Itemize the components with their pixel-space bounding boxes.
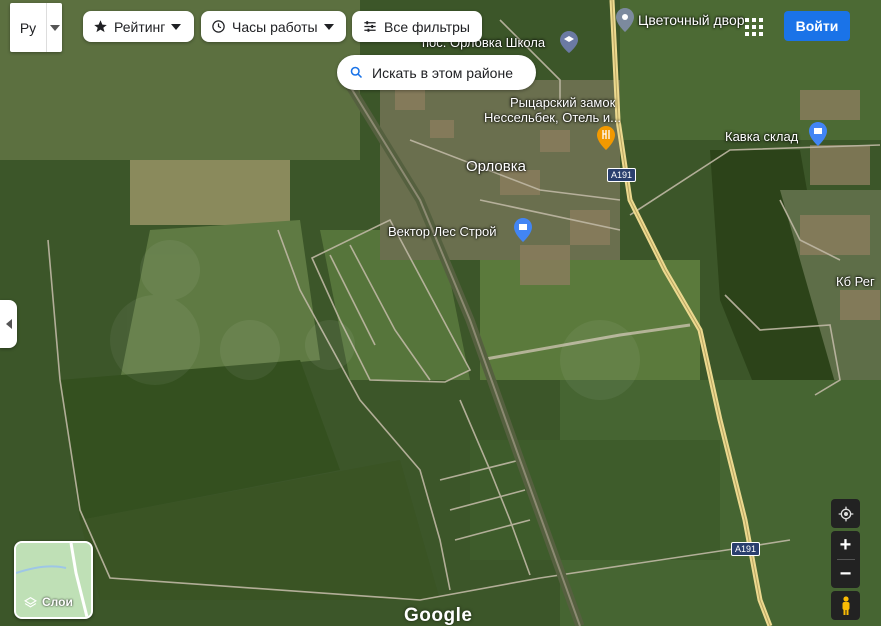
place-label-castle-2[interactable]: Нессельбек, Отель и... [484, 110, 621, 125]
layers-label-group: Слои [24, 595, 73, 609]
pegman-button[interactable] [831, 591, 860, 620]
clock-icon [212, 20, 225, 33]
all-filters-label: Все фильтры [384, 18, 470, 35]
road-shield-a191-bottom: A191 [731, 542, 761, 556]
zoom-in-button[interactable]: + [840, 531, 852, 559]
sliders-icon [364, 21, 376, 32]
shop-pin-icon[interactable] [809, 122, 827, 146]
language-code: Ру [19, 19, 37, 36]
language-selector[interactable]: Ру [10, 3, 62, 52]
layers-button[interactable]: Слои [14, 541, 93, 619]
chevron-down-icon [171, 23, 182, 30]
star-icon [94, 20, 107, 33]
school-pin-icon[interactable] [560, 31, 578, 53]
search-icon [350, 66, 363, 79]
restaurant-pin-icon[interactable] [597, 126, 615, 150]
zoom-out-button[interactable]: − [840, 560, 852, 588]
chevron-left-icon [5, 319, 12, 329]
place-label-castle-1[interactable]: Рыцарский замок [510, 95, 615, 110]
filter-rating-label: Рейтинг [114, 18, 166, 35]
filter-rating-button[interactable]: Рейтинг [83, 11, 194, 42]
login-button[interactable]: Войти [784, 11, 850, 41]
place-label-orlovka[interactable]: Орловка [466, 158, 526, 175]
all-filters-button[interactable]: Все фильтры [352, 11, 482, 42]
my-location-button[interactable] [831, 499, 860, 528]
layers-label: Слои [42, 595, 73, 609]
shop-pin-vektor-icon[interactable] [514, 218, 532, 242]
google-logo: Google [404, 605, 473, 626]
apps-grid-icon[interactable] [744, 17, 764, 37]
place-label-vektor[interactable]: Вектор Лес Строй [388, 224, 497, 239]
filter-hours-button[interactable]: Часы работы [201, 11, 346, 42]
place-label-kavka[interactable]: Кавка склад [725, 129, 798, 144]
search-this-area-label: Искать в этом районе [372, 64, 513, 81]
location-target-icon [838, 506, 853, 521]
layers-icon [24, 596, 37, 607]
road-shield-a191-top: A191 [607, 168, 637, 182]
side-panel-toggle[interactable] [0, 300, 17, 348]
place-label-kb[interactable]: Кб Рег [836, 274, 875, 289]
satellite-map[interactable] [0, 0, 881, 626]
filter-hours-label: Часы работы [232, 18, 318, 35]
place-label-flower[interactable]: Цветочный двор [638, 12, 745, 28]
flower-pin-icon[interactable] [616, 8, 634, 32]
pegman-icon [842, 595, 849, 615]
chevron-down-icon[interactable] [47, 24, 62, 31]
zoom-controls: + − [831, 531, 860, 588]
search-this-area-button[interactable]: Искать в этом районе [337, 55, 536, 90]
chevron-down-icon [323, 23, 334, 30]
